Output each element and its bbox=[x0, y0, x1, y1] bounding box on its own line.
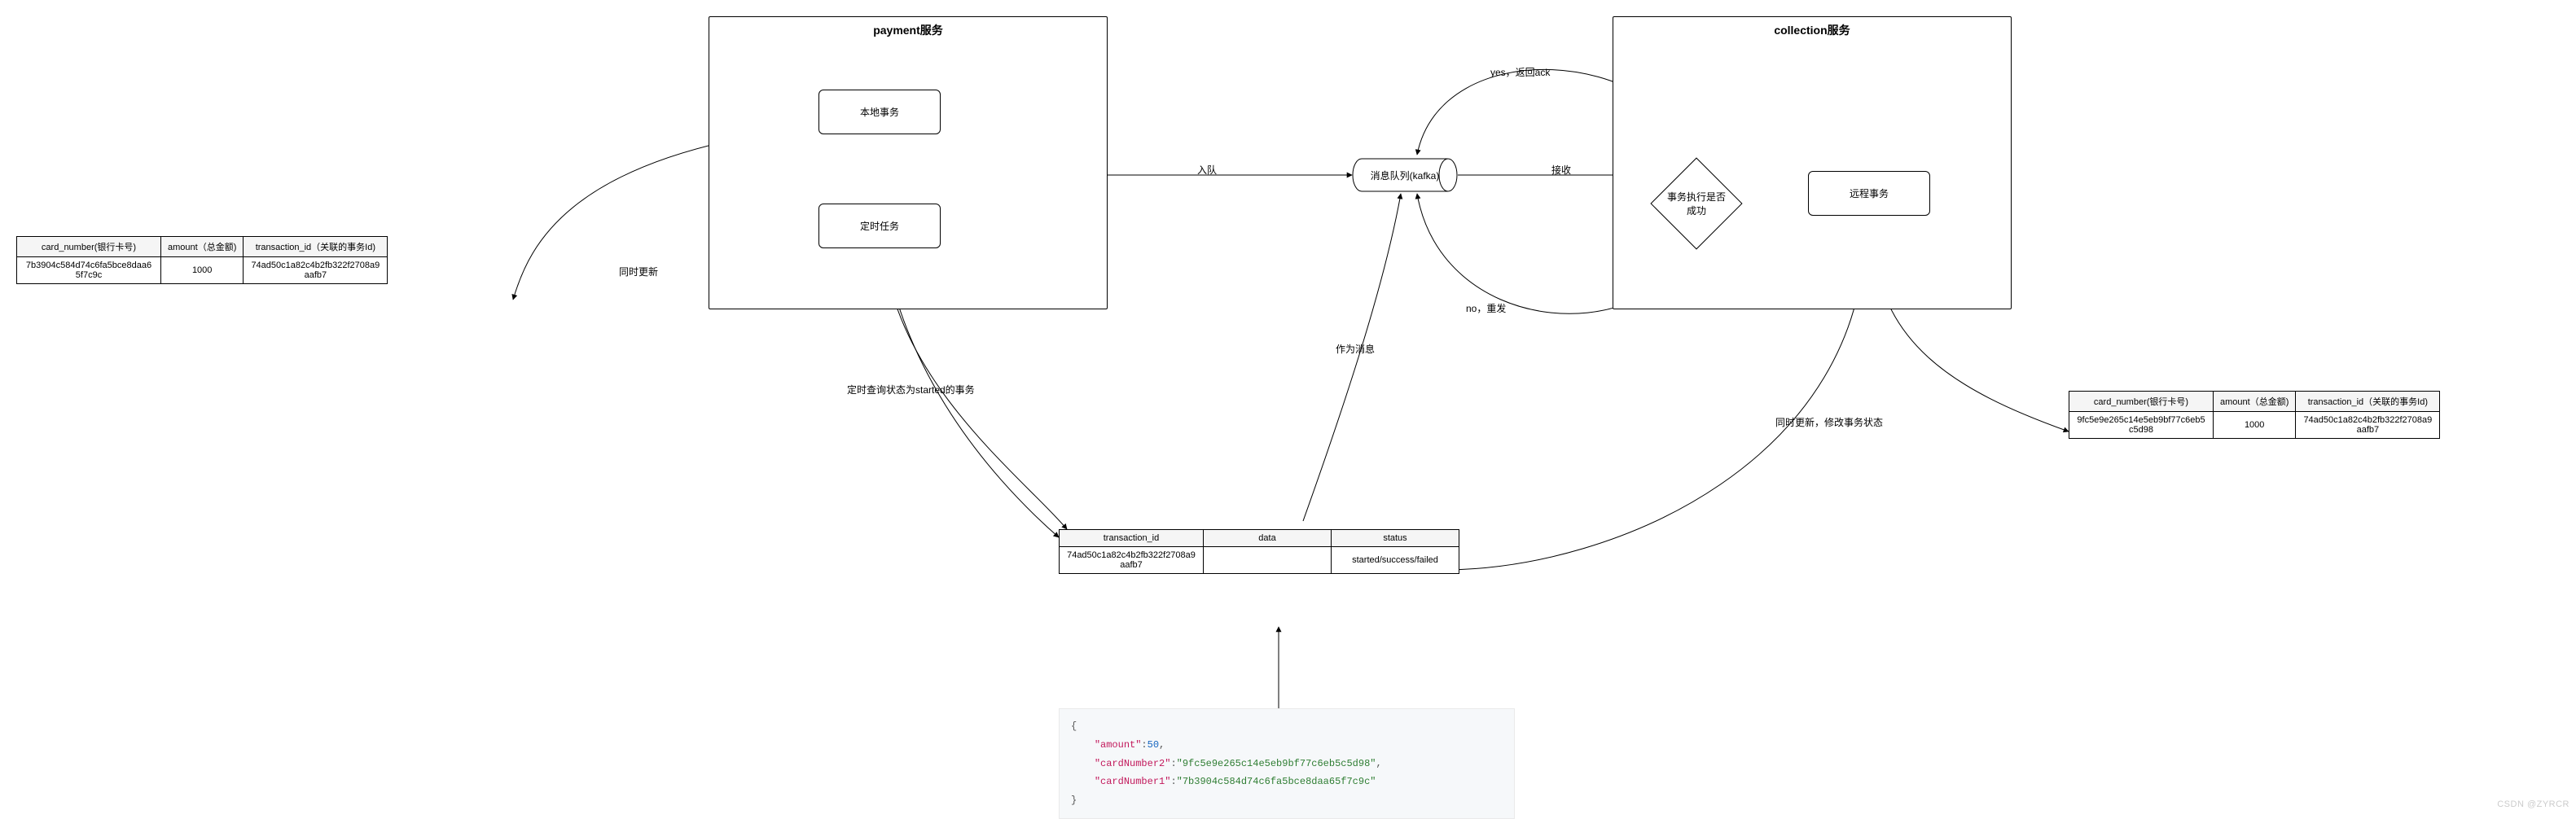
td-amt: 1000 bbox=[2214, 412, 2296, 439]
code-line: "cardNumber2":"9fc5e9e265c14e5eb9bf77c6e… bbox=[1071, 755, 1503, 773]
payment-service-group: payment服务 bbox=[709, 16, 1108, 309]
edge-poll-started-label: 定时查询状态为started的事务 bbox=[847, 383, 975, 396]
th-card: card_number(银行卡号) bbox=[17, 237, 161, 257]
th-txid: transaction_id（关联的事务Id) bbox=[2296, 392, 2440, 412]
mq-node: 消息队列(kafka) bbox=[1352, 157, 1458, 193]
remote-tx-label: 远程事务 bbox=[1850, 186, 1889, 200]
local-tx-label: 本地事务 bbox=[860, 105, 899, 119]
edge-update-left-label: 同时更新 bbox=[619, 265, 658, 278]
th-amt: amount（总金额) bbox=[2214, 392, 2296, 412]
timed-task-node: 定时任务 bbox=[818, 204, 941, 248]
transaction-table: transaction_id data status 74ad50c1a82c4… bbox=[1059, 529, 1459, 574]
table-row: transaction_id data status bbox=[1060, 530, 1459, 547]
edge-yes-ack-label: yes，返回ack bbox=[1490, 65, 1550, 79]
th-amt: amount（总金额) bbox=[161, 237, 244, 257]
edge-as-message-label: 作为消息 bbox=[1336, 342, 1375, 356]
edge-receive-label: 接收 bbox=[1551, 163, 1571, 177]
td-card: 9fc5e9e265c14e5eb9bf77c6eb5c5d98 bbox=[2069, 412, 2214, 439]
code-line: "cardNumber1":"7b3904c584d74c6fa5bce8daa… bbox=[1071, 773, 1503, 791]
td-card: 7b3904c584d74c6fa5bce8daa65f7c9c bbox=[17, 257, 161, 284]
th-status: status bbox=[1332, 530, 1459, 547]
payment-record-table: card_number(银行卡号) amount（总金额) transactio… bbox=[16, 236, 388, 284]
local-tx-node: 本地事务 bbox=[818, 90, 941, 134]
th-txid: transaction_id（关联的事务Id) bbox=[244, 237, 388, 257]
code-line: } bbox=[1071, 791, 1503, 810]
edge-update-right-label: 同时更新，修改事务状态 bbox=[1775, 415, 1883, 429]
table-row: card_number(银行卡号) amount（总金额) transactio… bbox=[17, 237, 388, 257]
remote-tx-node: 远程事务 bbox=[1808, 171, 1930, 216]
edge-no-resend-label: no，重发 bbox=[1466, 301, 1506, 315]
timed-task-label: 定时任务 bbox=[860, 219, 899, 233]
json-payload-box: { "amount":50, "cardNumber2":"9fc5e9e265… bbox=[1059, 708, 1515, 819]
payment-service-title: payment服务 bbox=[709, 22, 1107, 38]
td-status: started/success/failed bbox=[1332, 547, 1459, 574]
th-txid: transaction_id bbox=[1060, 530, 1204, 547]
collection-service-group: collection服务 bbox=[1613, 16, 2012, 309]
mq-label: 消息队列(kafka) bbox=[1371, 169, 1440, 182]
td-txid: 74ad50c1a82c4b2fb322f2708a9aafb7 bbox=[1060, 547, 1204, 574]
table-row: 7b3904c584d74c6fa5bce8daa65f7c9c 1000 74… bbox=[17, 257, 388, 284]
th-card: card_number(银行卡号) bbox=[2069, 392, 2214, 412]
th-data: data bbox=[1204, 530, 1332, 547]
collection-service-title: collection服务 bbox=[1613, 22, 2011, 38]
code-line: { bbox=[1071, 717, 1503, 736]
table-row: card_number(银行卡号) amount（总金额) transactio… bbox=[2069, 392, 2440, 412]
edge-enqueue-label: 入队 bbox=[1197, 163, 1217, 177]
code-line: "amount":50, bbox=[1071, 736, 1503, 755]
decision-label: 事务执行是否成功 bbox=[1665, 190, 1728, 217]
table-row: 74ad50c1a82c4b2fb322f2708a9aafb7 started… bbox=[1060, 547, 1459, 574]
td-data bbox=[1204, 547, 1332, 574]
collection-record-table: card_number(银行卡号) amount（总金额) transactio… bbox=[2069, 391, 2440, 439]
watermark-text: CSDN @ZYRCR bbox=[2497, 799, 2569, 809]
td-amt: 1000 bbox=[161, 257, 244, 284]
table-row: 9fc5e9e265c14e5eb9bf77c6eb5c5d98 1000 74… bbox=[2069, 412, 2440, 439]
td-txid: 74ad50c1a82c4b2fb322f2708a9aafb7 bbox=[2296, 412, 2440, 439]
td-txid: 74ad50c1a82c4b2fb322f2708a9aafb7 bbox=[244, 257, 388, 284]
